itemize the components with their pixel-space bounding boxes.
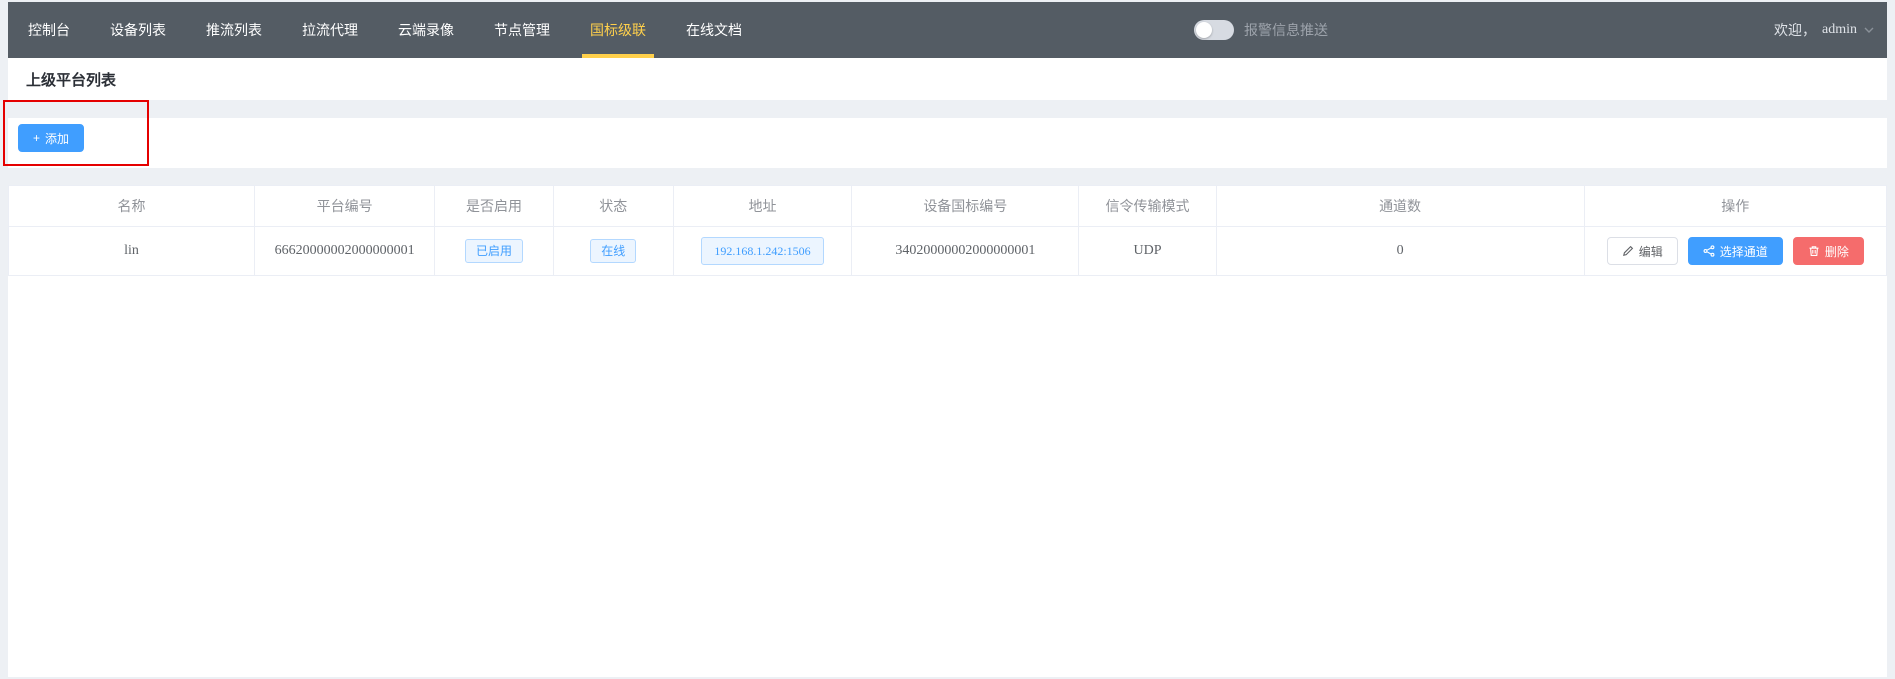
nav-item-label: 控制台 [28,20,70,40]
toggle-knob [1196,22,1212,38]
chevron-down-icon [1863,24,1875,36]
cell-enabled: 已启用 [435,227,553,276]
cell-device-gb-id: 34020000002000000001 [852,227,1079,276]
col-transport-mode: 信令传输模式 [1079,186,1216,227]
select-channel-button[interactable]: 选择通道 [1688,237,1783,265]
alarm-push-toggle[interactable] [1194,20,1234,40]
col-device-gb-id: 设备国标编号 [852,186,1079,227]
alarm-push-toggle-label: 报警信息推送 [1244,20,1328,40]
col-platform-id: 平台编号 [255,186,435,227]
edit-button[interactable]: 编辑 [1607,237,1678,265]
edit-pen-icon [1622,245,1634,257]
spacer [8,168,1887,185]
page-root: 控制台 设备列表 推流列表 拉流代理 云端录像 节点管理 国标级联 在线文档 报… [0,0,1895,679]
delete-button-label: 删除 [1825,243,1849,260]
nav-item-console[interactable]: 控制台 [8,2,90,58]
select-channel-button-label: 选择通道 [1720,243,1768,260]
col-enabled: 是否启用 [435,186,553,227]
nav-item-label: 在线文档 [686,20,742,40]
table-header-row: 名称 平台编号 是否启用 状态 地址 设备国标编号 信令传输模式 通道数 操作 [9,186,1887,227]
col-status: 状态 [553,186,673,227]
nav-item-gb-cascade[interactable]: 国标级联 [570,2,666,58]
nav-item-label: 拉流代理 [302,20,358,40]
status-badge: 在线 [590,239,636,263]
delete-button[interactable]: 删除 [1793,237,1864,265]
trash-icon [1808,245,1820,257]
cell-name: lin [9,227,255,276]
cell-address: 192.168.1.242:1506 [673,227,851,276]
col-name: 名称 [9,186,255,227]
user-menu[interactable]: 欢迎， admin [1774,2,1875,58]
welcome-text: 欢迎， [1774,20,1816,40]
address-badge: 192.168.1.242:1506 [701,237,823,265]
nav-item-node-manage[interactable]: 节点管理 [474,2,570,58]
page-title: 上级平台列表 [26,69,116,90]
plus-icon: + [33,131,40,145]
toolbar: + 添加 [8,118,1887,168]
col-channel-count: 通道数 [1216,186,1584,227]
share-icon [1703,245,1715,257]
cell-channel-count: 0 [1216,227,1584,276]
spacer [8,100,1887,118]
cell-status: 在线 [553,227,673,276]
nav-item-label: 云端录像 [398,20,454,40]
edit-button-label: 编辑 [1639,243,1663,260]
nav-item-push-list[interactable]: 推流列表 [186,2,282,58]
nav-item-label: 设备列表 [110,20,166,40]
page-header: 上级平台列表 [8,58,1887,100]
col-actions: 操作 [1584,186,1886,227]
alarm-push-toggle-group: 报警信息推送 [1194,2,1328,58]
enabled-badge: 已启用 [465,239,523,263]
nav-item-label: 推流列表 [206,20,262,40]
platform-table-panel: 名称 平台编号 是否启用 状态 地址 设备国标编号 信令传输模式 通道数 操作 … [8,185,1887,677]
cell-actions: 编辑 选择通道 [1584,227,1886,276]
platform-table: 名称 平台编号 是否启用 状态 地址 设备国标编号 信令传输模式 通道数 操作 … [8,185,1887,276]
nav-item-pull-proxy[interactable]: 拉流代理 [282,2,378,58]
nav-item-label: 国标级联 [590,20,646,40]
cell-platform-id: 66620000002000000001 [255,227,435,276]
nav-item-label: 节点管理 [494,20,550,40]
username: admin [1822,22,1857,38]
row-actions: 编辑 选择通道 [1607,237,1864,265]
nav-item-cloud-record[interactable]: 云端录像 [378,2,474,58]
top-nav: 控制台 设备列表 推流列表 拉流代理 云端录像 节点管理 国标级联 在线文档 报… [8,2,1887,58]
cell-transport-mode: UDP [1079,227,1216,276]
add-button-label: 添加 [45,130,69,147]
nav-item-device-list[interactable]: 设备列表 [90,2,186,58]
col-address: 地址 [673,186,851,227]
nav-item-online-docs[interactable]: 在线文档 [666,2,762,58]
table-row: lin 66620000002000000001 已启用 在线 192.168.… [9,227,1887,276]
add-button[interactable]: + 添加 [18,124,84,152]
